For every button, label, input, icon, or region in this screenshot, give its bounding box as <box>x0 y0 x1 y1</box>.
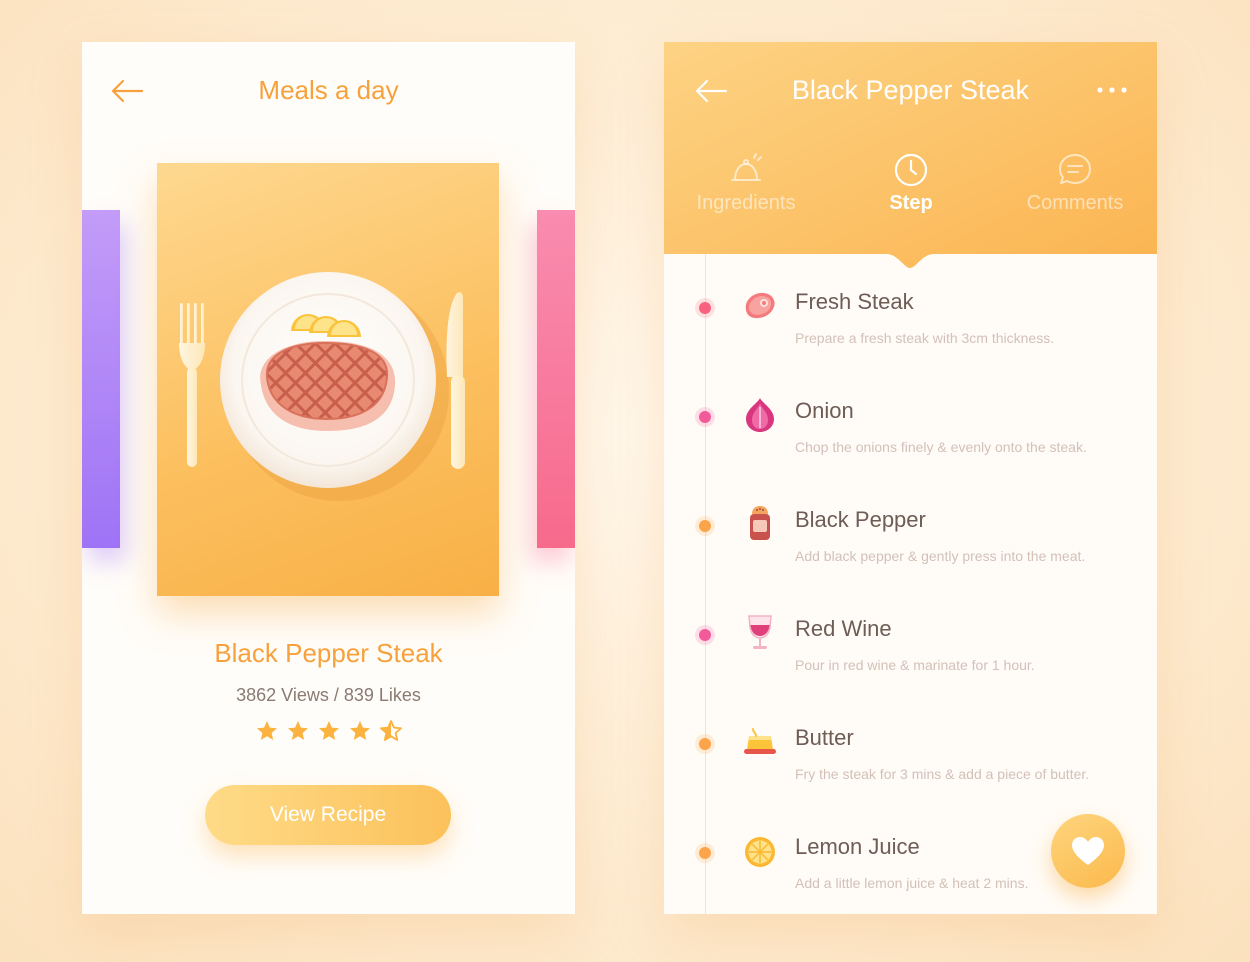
star-half-icon <box>379 719 403 743</box>
step-description: Prepare a fresh steak with 3cm thickness… <box>795 330 1055 346</box>
timeline-dot <box>699 302 711 314</box>
tab-label: Step <box>889 192 933 214</box>
step-name: Red Wine <box>795 616 892 641</box>
meals-screen: Meals a day Black Pepper Steak 3862 View… <box>82 42 575 914</box>
step-description: Chop the onions finely & evenly onto the… <box>795 439 1087 455</box>
star-full-icon <box>348 719 372 743</box>
timeline-dot <box>699 411 711 423</box>
timeline-dot <box>699 520 711 532</box>
more-horizontal-icon[interactable] <box>1094 82 1130 98</box>
chat-bubble-icon <box>1059 154 1091 184</box>
rating-stars <box>82 719 575 743</box>
timeline-dot <box>699 847 711 859</box>
step-item[interactable]: Red Wine Pour in red wine & marinate for… <box>664 613 1157 713</box>
tab-ingredients[interactable]: Ingredients <box>671 150 821 215</box>
recipe-title: Black Pepper Steak <box>791 75 1030 105</box>
wine-glass-icon <box>740 613 780 653</box>
butter-icon <box>740 722 780 762</box>
step-description: Add a little lemon juice & heat 2 mins. <box>795 875 1029 891</box>
favorite-button[interactable] <box>1051 814 1125 888</box>
tab-step[interactable]: Step <box>836 150 986 215</box>
cloche-icon <box>731 153 762 181</box>
timeline-dot <box>699 738 711 750</box>
step-name: Butter <box>795 725 854 750</box>
star-full-icon <box>317 719 341 743</box>
step-description: Fry the steak for 3 mins & add a piece o… <box>795 766 1090 782</box>
recipe-steps-screen: Black Pepper Steak Ingredients Step Comm… <box>664 42 1157 914</box>
timeline-dot <box>699 629 711 641</box>
tab-comments[interactable]: Comments <box>1000 150 1150 215</box>
steak-icon <box>740 286 780 326</box>
view-recipe-button[interactable]: View Recipe <box>205 785 451 845</box>
steak-plate-illustration <box>179 272 465 501</box>
recipe-stats: 3862 Views / 839 Likes <box>236 685 421 705</box>
recipe-name: Black Pepper Steak <box>214 638 443 668</box>
lemon-icon <box>740 831 780 871</box>
step-name: Lemon Juice <box>795 834 920 859</box>
star-full-icon <box>255 719 279 743</box>
step-name: Fresh Steak <box>795 289 914 314</box>
pepper-shaker-icon <box>740 504 780 544</box>
previous-recipe-card[interactable] <box>82 210 120 548</box>
step-description: Pour in red wine & marinate for 1 hour. <box>795 657 1035 673</box>
onion-icon <box>740 395 780 435</box>
step-item[interactable]: Fresh Steak Prepare a fresh steak with 3… <box>664 286 1157 386</box>
page-title: Meals a day <box>258 75 399 105</box>
tab-label: Comments <box>1026 192 1124 214</box>
star-full-icon <box>286 719 310 743</box>
step-item[interactable]: Black Pepper Add black pepper & gently p… <box>664 504 1157 604</box>
recipe-header: Black Pepper Steak Ingredients Step Comm… <box>664 42 1157 274</box>
recipe-image-card[interactable] <box>157 163 499 596</box>
tab-label: Ingredients <box>696 192 796 214</box>
step-item[interactable]: Onion Chop the onions finely & evenly on… <box>664 395 1157 495</box>
heart-icon <box>1072 837 1104 865</box>
step-name: Black Pepper <box>795 507 926 532</box>
step-description: Add black pepper & gently press into the… <box>795 548 1086 564</box>
step-item[interactable]: Butter Fry the steak for 3 mins & add a … <box>664 722 1157 822</box>
clock-icon <box>894 153 928 187</box>
step-name: Onion <box>795 398 854 423</box>
next-recipe-card[interactable] <box>537 210 575 548</box>
